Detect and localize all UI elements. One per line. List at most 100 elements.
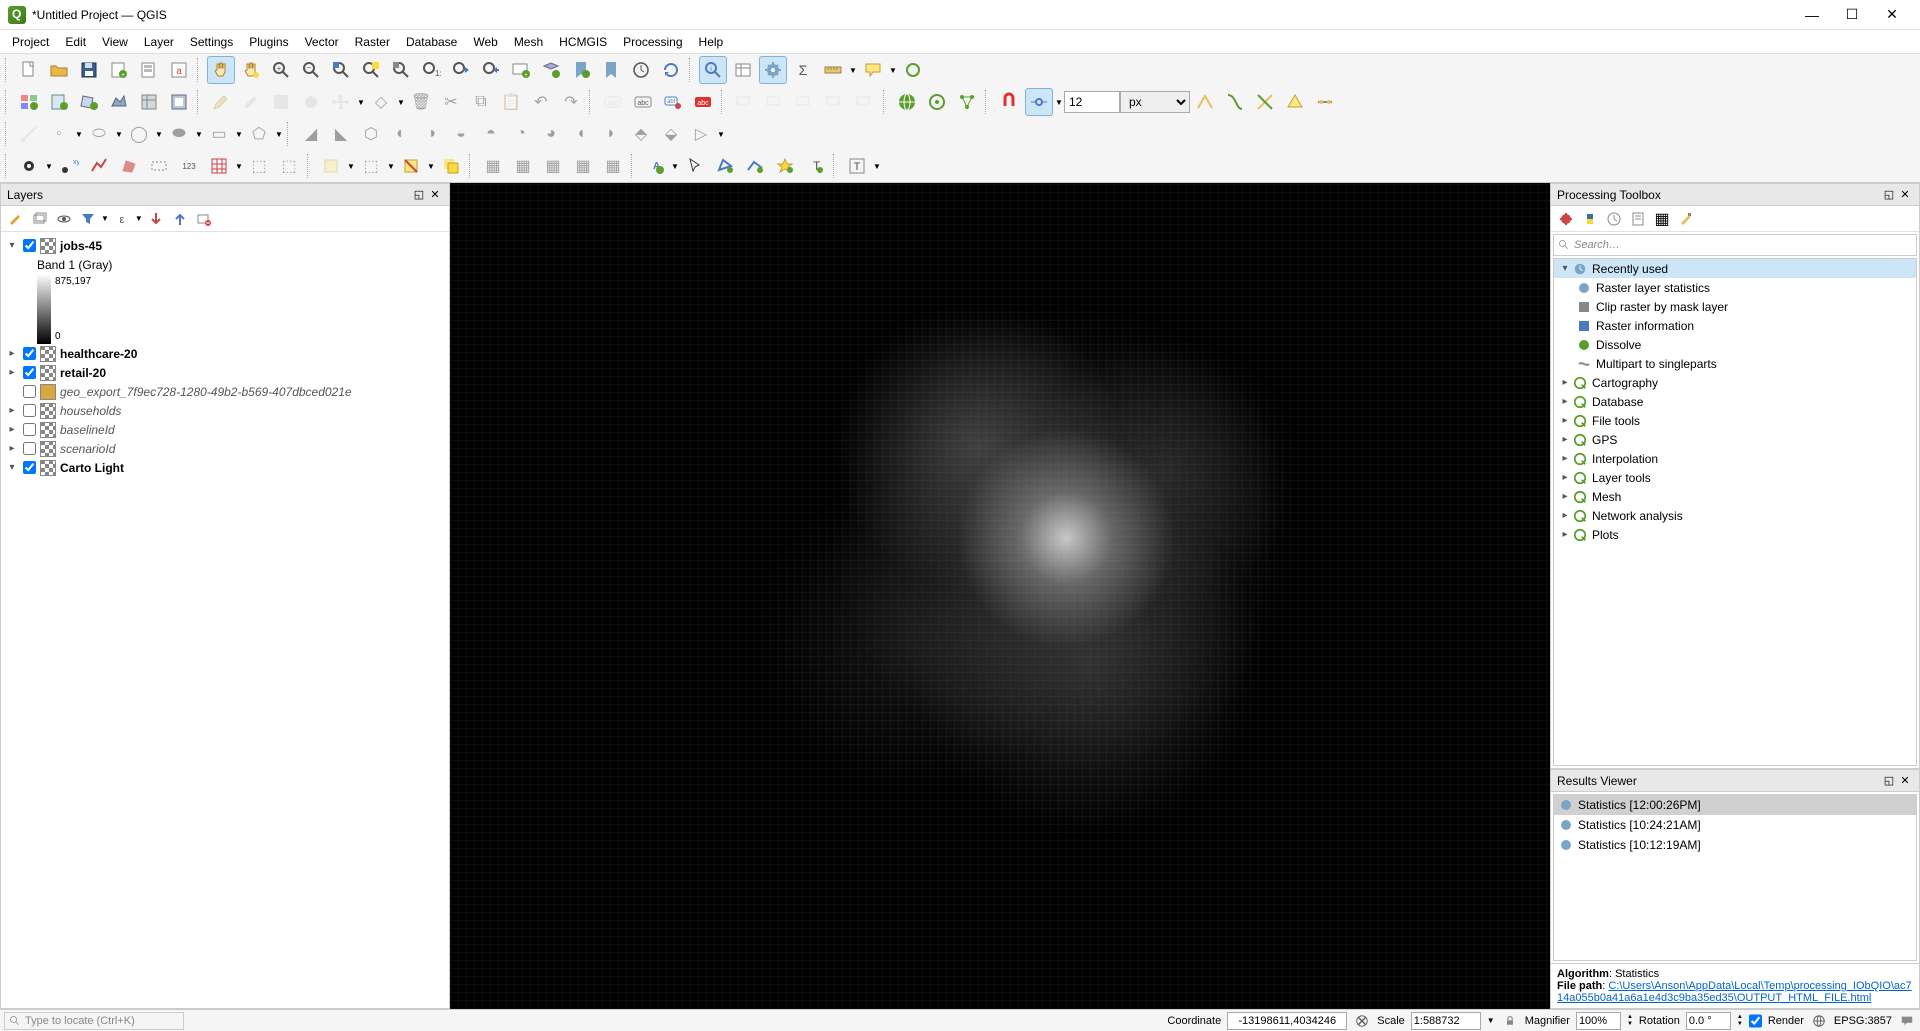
zoom-native-button[interactable]: 1:1 (417, 56, 445, 84)
deselect-button[interactable] (397, 152, 425, 180)
zoom-full-button[interactable] (327, 56, 355, 84)
label-abc2-button[interactable]: abc (629, 88, 657, 116)
render-checkbox[interactable] (1749, 1012, 1762, 1030)
new-memory-layer-button[interactable] (165, 88, 193, 116)
processing-alg[interactable]: Multipart to singleparts (1554, 354, 1916, 373)
zoom-selection-button[interactable] (357, 56, 385, 84)
processing-alg[interactable]: Dissolve (1554, 335, 1916, 354)
label-pin-button[interactable]: abl (659, 88, 687, 116)
point-dropdown[interactable]: ▼ (44, 162, 54, 171)
scale-lock-button[interactable] (1501, 1012, 1519, 1030)
save-project-button[interactable] (75, 56, 103, 84)
snap-scale-button[interactable] (1311, 88, 1339, 116)
menu-mesh[interactable]: Mesh (506, 33, 551, 51)
processing-alg[interactable]: Clip raster by mask layer (1554, 297, 1916, 316)
processing-close-button[interactable]: ✕ (1897, 187, 1913, 203)
style-manager-button[interactable]: a (165, 56, 193, 84)
processing-tree[interactable]: ▾ Recently used Raster layer statistics … (1553, 258, 1917, 766)
menu-settings[interactable]: Settings (182, 33, 241, 51)
refresh-button[interactable] (657, 56, 685, 84)
layer-row-carto-light[interactable]: ▾ Carto Light (5, 458, 445, 477)
filter-button[interactable] (77, 208, 99, 230)
zoom-out-button[interactable]: − (297, 56, 325, 84)
mesh-button[interactable] (205, 152, 233, 180)
topo-edit-button[interactable] (1191, 88, 1219, 116)
network-button[interactable] (953, 88, 981, 116)
processing-group[interactable]: ▸File tools (1554, 411, 1916, 430)
options-button[interactable] (1675, 208, 1697, 230)
menu-web[interactable]: Web (465, 33, 505, 51)
layer-checkbox[interactable] (23, 239, 36, 252)
maximize-button[interactable]: ☐ (1832, 1, 1872, 29)
line-button[interactable] (85, 152, 113, 180)
results-close-button[interactable]: ✕ (1897, 773, 1913, 789)
add-group-button[interactable] (29, 208, 51, 230)
visibility-button[interactable] (53, 208, 75, 230)
layer-row-households[interactable]: ▸ households (5, 401, 445, 420)
processing-undock-button[interactable]: ◱ (1881, 187, 1897, 203)
new-3dmap-button[interactable] (537, 56, 565, 84)
layer-row-geo-export[interactable]: geo_export_7f9ec728-1280-49b2-b569-407db… (5, 382, 445, 401)
menu-project[interactable]: Project (4, 33, 57, 51)
data-source-manager-button[interactable] (15, 88, 43, 116)
pan-button[interactable] (207, 56, 235, 84)
layer-checkbox[interactable] (23, 423, 36, 436)
results-list[interactable]: Statistics [12:00:26PM] Statistics [10:2… (1553, 794, 1917, 961)
snap-intersect-button[interactable] (1221, 88, 1249, 116)
python-button[interactable] (1579, 208, 1601, 230)
processing-recent-group[interactable]: ▾ Recently used (1554, 259, 1916, 278)
layer-row-baselineid[interactable]: ▸ baselineId (5, 420, 445, 439)
attribute-table-button[interactable] (729, 56, 757, 84)
menu-raster[interactable]: Raster (347, 33, 398, 51)
processing-search-input[interactable]: Search… (1553, 234, 1917, 256)
identify-button[interactable]: i (699, 56, 727, 84)
menu-help[interactable]: Help (691, 33, 732, 51)
polygon-button[interactable] (115, 152, 143, 180)
model-button[interactable] (1555, 208, 1577, 230)
results-button[interactable] (1627, 208, 1649, 230)
bookmarks-button[interactable] (597, 56, 625, 84)
magnifier-input[interactable] (1576, 1012, 1621, 1030)
new-virtual-layer-button[interactable] (135, 88, 163, 116)
measure-button[interactable] (819, 56, 847, 84)
processing-group[interactable]: ▸GPS (1554, 430, 1916, 449)
numbers-button[interactable]: 123 (175, 152, 203, 180)
menu-view[interactable]: View (94, 33, 136, 51)
layers-undock-button[interactable]: ◱ (411, 187, 427, 203)
crs-label[interactable]: EPSG:3857 (1834, 1015, 1892, 1027)
menu-plugins[interactable]: Plugins (241, 33, 296, 51)
new-geopackage-button[interactable] (45, 88, 73, 116)
layers-close-button[interactable]: ✕ (427, 187, 443, 203)
cursor-button[interactable] (681, 152, 709, 180)
statistics-button[interactable]: Σ (789, 56, 817, 84)
marker-ann-button[interactable] (771, 152, 799, 180)
new-map-view-button[interactable]: + (507, 56, 535, 84)
annotation-button[interactable] (899, 56, 927, 84)
results-undock-button[interactable]: ◱ (1881, 773, 1897, 789)
extents-toggle-button[interactable] (1353, 1012, 1371, 1030)
result-item[interactable]: Statistics [12:00:26PM] (1554, 795, 1916, 815)
layer-row-retail-20[interactable]: ▸ retail-20 (5, 363, 445, 382)
zoom-in-button[interactable]: + (267, 56, 295, 84)
processing-group[interactable]: ▸Network analysis (1554, 506, 1916, 525)
pan-to-selection-button[interactable] (237, 56, 265, 84)
scale-input[interactable] (1411, 1012, 1481, 1030)
expand-all-button[interactable] (145, 208, 167, 230)
processing-group[interactable]: ▸Mesh (1554, 487, 1916, 506)
new-bookmark-button[interactable] (567, 56, 595, 84)
layer-checkbox[interactable] (23, 442, 36, 455)
osm-download-button[interactable] (893, 88, 921, 116)
rect-button[interactable] (145, 152, 173, 180)
menu-hcmgis[interactable]: HCMGIS (551, 33, 615, 51)
result-file-link[interactable]: C:\Users\Anson\AppData\Local\Temp\proces… (1557, 980, 1912, 1004)
vertex-snap-button[interactable] (1025, 88, 1053, 116)
text-ann-button[interactable]: T (801, 152, 829, 180)
messages-button[interactable] (1898, 1012, 1916, 1030)
quickosm-button[interactable] (923, 88, 951, 116)
layer-row-healthcare-20[interactable]: ▸ healthcare-20 (5, 344, 445, 363)
layer-checkbox[interactable] (23, 404, 36, 417)
snap-self-button[interactable] (1281, 88, 1309, 116)
select-all-button[interactable] (437, 152, 465, 180)
expression-button[interactable]: ε (111, 208, 133, 230)
point-xy-button[interactable]: xy (55, 152, 83, 180)
